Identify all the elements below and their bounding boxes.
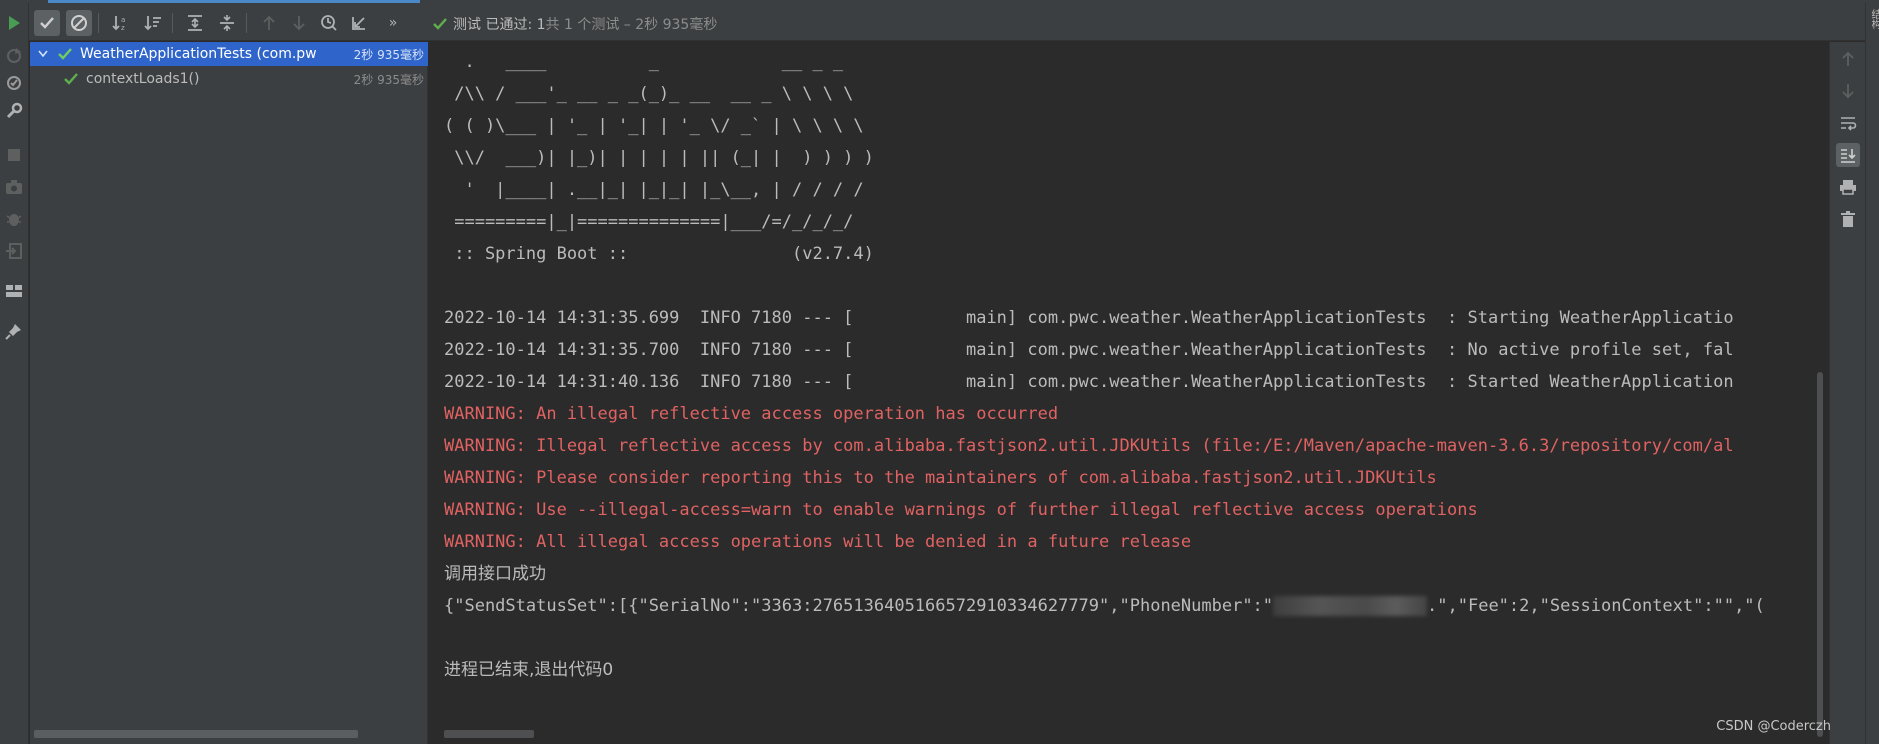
toolbar-separator — [172, 13, 173, 33]
warning-line: WARNING: An illegal reflective access op… — [444, 404, 1059, 424]
watermark: CSDN @Coderczh — [1716, 719, 1831, 734]
tree-node-test-class[interactable]: WeatherApplicationTests (com.pw 2秒 935毫秒 — [30, 42, 428, 66]
banner-line: . ____ _ __ _ _ — [444, 52, 844, 72]
camera-icon[interactable] — [2, 175, 26, 199]
scroll-to-end-icon[interactable] — [1836, 143, 1860, 167]
rerun-failed-icon[interactable] — [2, 43, 26, 67]
previous-failed-button[interactable] — [256, 10, 282, 36]
passed-check-icon — [58, 48, 74, 60]
banner-line: =========|_|==============|___/=/_/_/_/ — [444, 212, 854, 232]
wrench-icon[interactable] — [2, 99, 26, 123]
show-ignored-button[interactable] — [66, 10, 92, 36]
toggle-auto-test-icon[interactable] — [2, 71, 26, 95]
chevron-down-icon[interactable] — [38, 50, 52, 58]
import-tests-button[interactable] — [346, 10, 372, 36]
json-response-end: .","Fee":2,"SessionContext":"","( — [1427, 596, 1765, 616]
layout-icon[interactable] — [2, 279, 26, 303]
sort-by-duration-button[interactable] — [140, 10, 166, 36]
svg-text:z: z — [121, 24, 125, 32]
log-line: 2022-10-14 14:31:35.700 INFO 7180 --- [ … — [444, 340, 1734, 360]
test-history-button[interactable] — [316, 10, 342, 36]
soft-wrap-icon[interactable] — [1836, 111, 1860, 135]
status-detail-text: 共 1 个测试 – 2秒 935毫秒 — [545, 17, 718, 33]
warning-line: WARNING: All illegal access operations w… — [444, 532, 1192, 552]
test-runner-toolbar: az » 测试 已通过: 1共 1 个测试 – 2秒 935毫秒 — [29, 3, 1879, 41]
redacted-phone-number — [1273, 596, 1428, 616]
collapse-all-button[interactable] — [214, 10, 240, 36]
tree-node-test-method[interactable]: contextLoads1() 2秒 935毫秒 — [30, 67, 428, 91]
json-response-line: {"SendStatusSet":[{"SerialNo":"3363:2765… — [444, 594, 1765, 618]
left-toolbar — [0, 3, 29, 744]
debug-bug-icon[interactable] — [2, 207, 26, 231]
banner-line: /\\ / ___'_ __ _ _(_)_ __ __ _ \ \ \ \ — [444, 84, 854, 104]
warning-line: WARNING: Use --illegal-access=warn to en… — [444, 500, 1478, 520]
scroll-down-icon[interactable] — [1836, 79, 1860, 103]
banner-line: \\/ ___)| |_)| | | | | || (_| | ) ) ) ) — [444, 148, 874, 168]
passed-check-icon — [64, 73, 80, 85]
pin-icon[interactable] — [2, 319, 26, 343]
more-actions-button[interactable]: » — [380, 10, 406, 36]
expand-all-button[interactable] — [182, 10, 208, 36]
banner-line: ( ( )\___ | '_ | '_| | '_ \/ _` | \ \ \ … — [444, 116, 864, 136]
console-vertical-scrollbar[interactable] — [1817, 372, 1823, 737]
rerun-icon[interactable] — [2, 11, 26, 35]
success-line: 调用接口成功 — [444, 564, 546, 584]
console-horizontal-scrollbar[interactable] — [444, 730, 534, 738]
status-passed-text: 测试 已通过: 1 — [453, 17, 546, 33]
toolbar-separator — [246, 13, 247, 33]
json-response-start: {"SendStatusSet":[{"SerialNo":"3363:2765… — [444, 596, 1274, 616]
tree-node-duration: 2秒 935毫秒 — [353, 47, 424, 62]
exit-icon[interactable] — [2, 239, 26, 263]
sort-alphabetically-button[interactable]: az — [108, 10, 134, 36]
toolbar-separator — [98, 13, 99, 33]
test-status-summary: 测试 已通过: 1共 1 个测试 – 2秒 935毫秒 — [433, 14, 717, 34]
passed-check-icon — [433, 18, 447, 30]
warning-line: WARNING: Illegal reflective access by co… — [444, 436, 1734, 456]
banner-line: ' |____| .__|_| |_|_| |_\__, | / / / / — [444, 180, 864, 200]
test-tree-panel: WeatherApplicationTests (com.pw 2秒 935毫秒… — [30, 42, 428, 744]
banner-line: :: Spring Boot :: (v2.7.4) — [444, 244, 874, 264]
exit-code-line: 进程已结束,退出代码0 — [444, 660, 614, 680]
stop-icon[interactable] — [2, 143, 26, 167]
tree-node-label: contextLoads1() — [86, 71, 200, 87]
console-output[interactable]: . ____ _ __ _ _ /\\ / ___'_ __ _ _(_)_ _… — [429, 42, 1829, 744]
tree-horizontal-scrollbar[interactable] — [34, 730, 358, 738]
show-passed-button[interactable] — [34, 10, 60, 36]
tree-node-duration: 2秒 935毫秒 — [353, 72, 424, 87]
structure-tab-label: 结构 — [1869, 9, 1879, 29]
log-line: 2022-10-14 14:31:40.136 INFO 7180 --- [ … — [444, 372, 1734, 392]
structure-side-tab[interactable]: 结构 — [1865, 3, 1879, 744]
trash-icon[interactable] — [1836, 207, 1860, 231]
console-side-toolbar — [1829, 42, 1865, 744]
warning-line: WARNING: Please consider reporting this … — [444, 468, 1437, 488]
log-line: 2022-10-14 14:31:35.699 INFO 7180 --- [ … — [444, 308, 1734, 328]
svg-text:a: a — [121, 16, 125, 24]
next-failed-button[interactable] — [286, 10, 312, 36]
scroll-up-icon[interactable] — [1836, 47, 1860, 71]
tree-node-label: WeatherApplicationTests (com.pw — [80, 46, 317, 62]
print-icon[interactable] — [1836, 175, 1860, 199]
